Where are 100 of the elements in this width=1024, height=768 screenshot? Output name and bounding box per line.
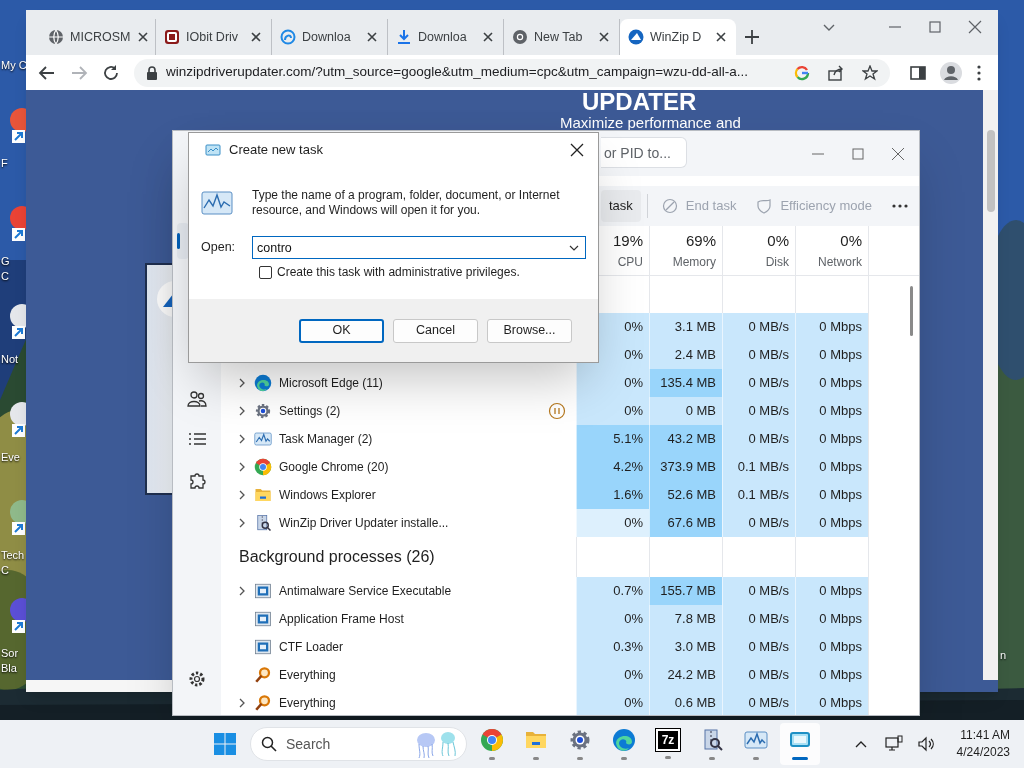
table-cell: 0 Mbps xyxy=(795,425,868,453)
chevron-right-icon[interactable] xyxy=(237,378,247,388)
search-field[interactable]: or PID to... xyxy=(601,137,687,168)
chevron-right-icon[interactable] xyxy=(237,698,247,708)
more-icon[interactable] xyxy=(891,203,909,209)
download-icon xyxy=(396,29,412,45)
column-header[interactable]: 69% Memory xyxy=(672,230,716,271)
column-header[interactable]: 19% CPU xyxy=(612,230,643,271)
table-cell: 0.1 MB/s xyxy=(722,481,795,509)
share-icon[interactable] xyxy=(828,64,844,81)
new-tab-icon[interactable] xyxy=(744,29,760,45)
process-name: Application Frame Host xyxy=(279,611,404,628)
close-icon[interactable] xyxy=(365,30,379,44)
table-cell: 5.1% xyxy=(576,425,649,453)
table-cell: 0.1 MB/s xyxy=(722,453,795,481)
desktop-icon-label: Tech C xyxy=(1,548,25,578)
running-indicator xyxy=(533,757,539,760)
table-cell: 0 Mbps xyxy=(795,313,868,341)
table-cell: 0 Mbps xyxy=(795,605,868,633)
chevron-right-icon[interactable] xyxy=(237,490,247,500)
column-header[interactable]: 0% Network xyxy=(818,230,862,271)
dialog-button[interactable]: Cancel xyxy=(393,318,478,343)
running-indicator xyxy=(577,757,583,760)
profile-icon[interactable] xyxy=(940,61,962,84)
table-cell: 0 MB/s xyxy=(722,577,795,605)
multicolor-ring-icon[interactable] xyxy=(794,64,810,81)
desktop-icon-label: n xyxy=(1000,648,1007,663)
clock[interactable]: 11:41 AM 4/24/2023 xyxy=(956,727,1010,761)
taskbar-app[interactable] xyxy=(780,723,820,765)
nav-button[interactable] xyxy=(177,223,189,259)
table-cell: 0 MB xyxy=(649,397,722,425)
address-bar[interactable]: winzipdriverupdater.com/?utm_source=google&utm_medium=cpc&utm_campaign=wzu-dd-all-a... xyxy=(134,58,890,87)
search-box[interactable]: Search xyxy=(250,727,467,761)
close-icon[interactable] xyxy=(136,30,151,44)
table-cell: 0% xyxy=(576,509,649,537)
chevron-right-icon[interactable] xyxy=(237,462,247,472)
network-icon[interactable] xyxy=(884,735,903,753)
running-indicator xyxy=(665,756,671,759)
table-cell: 0.6 MB xyxy=(649,689,722,715)
chevron-right-icon[interactable] xyxy=(237,434,247,444)
selection-indicator xyxy=(177,233,180,249)
table-cell: 0 MB/s xyxy=(722,689,795,715)
table-cell: 0.7% xyxy=(576,577,649,605)
chevron-right-icon[interactable] xyxy=(237,518,247,528)
side-panel-icon[interactable] xyxy=(910,64,926,81)
volume-icon[interactable] xyxy=(916,735,935,753)
table-cell: 0 Mbps xyxy=(795,577,868,605)
close-icon[interactable] xyxy=(597,30,611,44)
desktop-icon-label: Sor Bla xyxy=(1,646,19,676)
app-window-icon xyxy=(254,638,272,656)
chrome-icon xyxy=(254,458,272,476)
table-cell: 3.0 MB xyxy=(649,633,722,661)
desktop-icon-label: Eve xyxy=(1,450,20,465)
prohibited-icon xyxy=(661,198,678,214)
column-header[interactable]: 0% Disk xyxy=(765,230,789,271)
taskbar-app[interactable]: 7z xyxy=(648,723,688,765)
horizontal-scrollbar[interactable] xyxy=(26,680,172,692)
dialog-message: Type the name of a program, folder, document, or Internet resource, and Windows will open it for you. xyxy=(252,188,561,218)
close-icon[interactable] xyxy=(249,30,263,44)
scrollbar-thumb[interactable] xyxy=(910,286,913,336)
monitor-graph-icon xyxy=(201,190,233,218)
browser-tab[interactable]: WinZip D xyxy=(620,19,736,55)
chevron-right-icon[interactable] xyxy=(237,406,247,416)
scrollbar[interactable] xyxy=(983,90,998,680)
reload-icon[interactable] xyxy=(102,63,120,82)
paused-icon xyxy=(548,402,566,420)
table-cell: 0 MB/s xyxy=(722,369,795,397)
checkbox-label: Create this task with administrative privileges. xyxy=(277,264,520,281)
square-logo-icon xyxy=(164,29,180,45)
menu-icon[interactable] xyxy=(976,63,982,82)
gear-icon xyxy=(568,728,592,752)
table-cell: 24.2 MB xyxy=(649,661,722,689)
magnifier-icon xyxy=(254,694,272,712)
process-name: Everything xyxy=(279,695,336,712)
table-cell: 0 MB/s xyxy=(722,509,795,537)
zipper-magnifier-icon xyxy=(254,514,272,532)
chevron-right-icon[interactable] xyxy=(237,586,247,596)
table-cell: 0 Mbps xyxy=(795,397,868,425)
star-icon[interactable] xyxy=(862,64,878,81)
table-cell: 0 MB/s xyxy=(722,425,795,453)
table-cell: 0 Mbps xyxy=(795,481,868,509)
close-icon[interactable] xyxy=(714,30,728,44)
scrollbar-thumb[interactable] xyxy=(986,130,995,212)
open-label: Open: xyxy=(201,239,237,257)
process-name: CTF Loader xyxy=(279,639,344,656)
toolbar-button[interactable]: task xyxy=(601,190,641,222)
checkbox[interactable] xyxy=(259,265,272,279)
table-cell: 52.6 MB xyxy=(649,481,722,509)
close-icon[interactable] xyxy=(570,142,584,157)
process-name: Microsoft Edge (11) xyxy=(279,375,383,392)
people-icon xyxy=(187,389,207,409)
dialog-button[interactable]: OK xyxy=(299,318,384,343)
desktop-icon-label: My C xyxy=(1,58,27,73)
chrome-icon xyxy=(512,29,528,45)
back-icon[interactable] xyxy=(38,63,56,82)
close-icon[interactable] xyxy=(481,30,495,44)
dialog-button[interactable]: Browse... xyxy=(487,318,572,343)
process-name: WinZip Driver Updater installe... xyxy=(279,515,449,532)
windows-logo-icon xyxy=(214,733,236,755)
table-cell: 0 MB/s xyxy=(722,397,795,425)
